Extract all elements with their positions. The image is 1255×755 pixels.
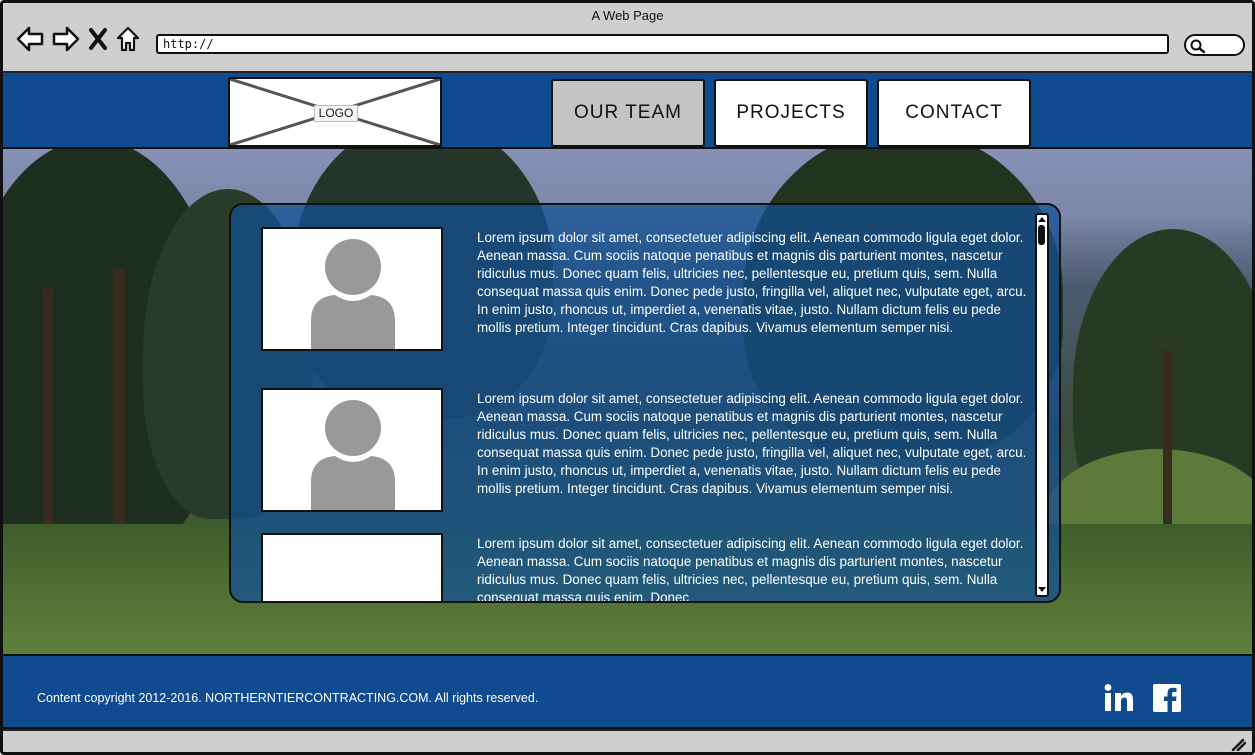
back-arrow-icon[interactable] bbox=[15, 25, 45, 53]
search-icon bbox=[1190, 39, 1206, 54]
user-avatar-icon bbox=[311, 400, 395, 510]
member-bio: Lorem ipsum dolor sit amet, consectetuer… bbox=[477, 536, 1024, 603]
forward-arrow-icon[interactable] bbox=[51, 25, 81, 53]
logo-placeholder[interactable]: LOGO bbox=[228, 77, 442, 147]
tree-trunk bbox=[1163, 349, 1172, 529]
member-bio: Lorem ipsum dolor sit amet, consectetuer… bbox=[477, 391, 1027, 497]
member-photo bbox=[261, 227, 443, 351]
member-bio: Lorem ipsum dolor sit amet, consectetuer… bbox=[477, 230, 1027, 336]
linkedin-icon[interactable] bbox=[1104, 684, 1134, 712]
site-header: LOGO OUR TEAM PROJECTS CONTACT bbox=[3, 73, 1252, 149]
tree-trunk bbox=[113, 269, 125, 529]
nav-icons bbox=[15, 25, 141, 53]
home-icon[interactable] bbox=[115, 25, 141, 53]
page-viewport: LOGO OUR TEAM PROJECTS CONTACT Lorem ips… bbox=[3, 73, 1252, 729]
resize-grip-icon[interactable] bbox=[1230, 737, 1246, 751]
logo-label: LOGO bbox=[314, 105, 358, 122]
close-x-icon[interactable] bbox=[87, 25, 109, 53]
member-photo bbox=[261, 388, 443, 512]
member-photo bbox=[261, 533, 443, 601]
scroll-up-arrow-icon[interactable] bbox=[1037, 215, 1047, 223]
nav-contact[interactable]: CONTACT bbox=[877, 79, 1031, 147]
facebook-icon[interactable] bbox=[1153, 684, 1181, 712]
browser-window: A Web Page http:// LOGO OUR TEAM PROJECT… bbox=[0, 0, 1255, 755]
browser-status-bar bbox=[3, 729, 1252, 752]
nav-projects[interactable]: PROJECTS bbox=[714, 79, 868, 147]
nav-our-team[interactable]: OUR TEAM bbox=[551, 79, 705, 147]
scroll-down-arrow-icon[interactable] bbox=[1037, 586, 1047, 594]
browser-search-field[interactable] bbox=[1184, 34, 1245, 56]
copyright-text: Content copyright 2012-2016. NORTHERNTIE… bbox=[37, 691, 539, 705]
scrollbar-thumb[interactable] bbox=[1038, 225, 1045, 245]
tree-trunk bbox=[43, 289, 53, 529]
panel-scrollbar[interactable] bbox=[1035, 213, 1049, 597]
window-title: A Web Page bbox=[591, 8, 664, 23]
url-input[interactable]: http:// bbox=[156, 34, 1169, 54]
browser-chrome: A Web Page http:// bbox=[3, 3, 1252, 73]
user-avatar-icon bbox=[311, 239, 395, 349]
site-footer: Content copyright 2012-2016. NORTHERNTIE… bbox=[3, 654, 1252, 729]
team-panel[interactable]: Lorem ipsum dolor sit amet, consectetuer… bbox=[229, 203, 1061, 603]
